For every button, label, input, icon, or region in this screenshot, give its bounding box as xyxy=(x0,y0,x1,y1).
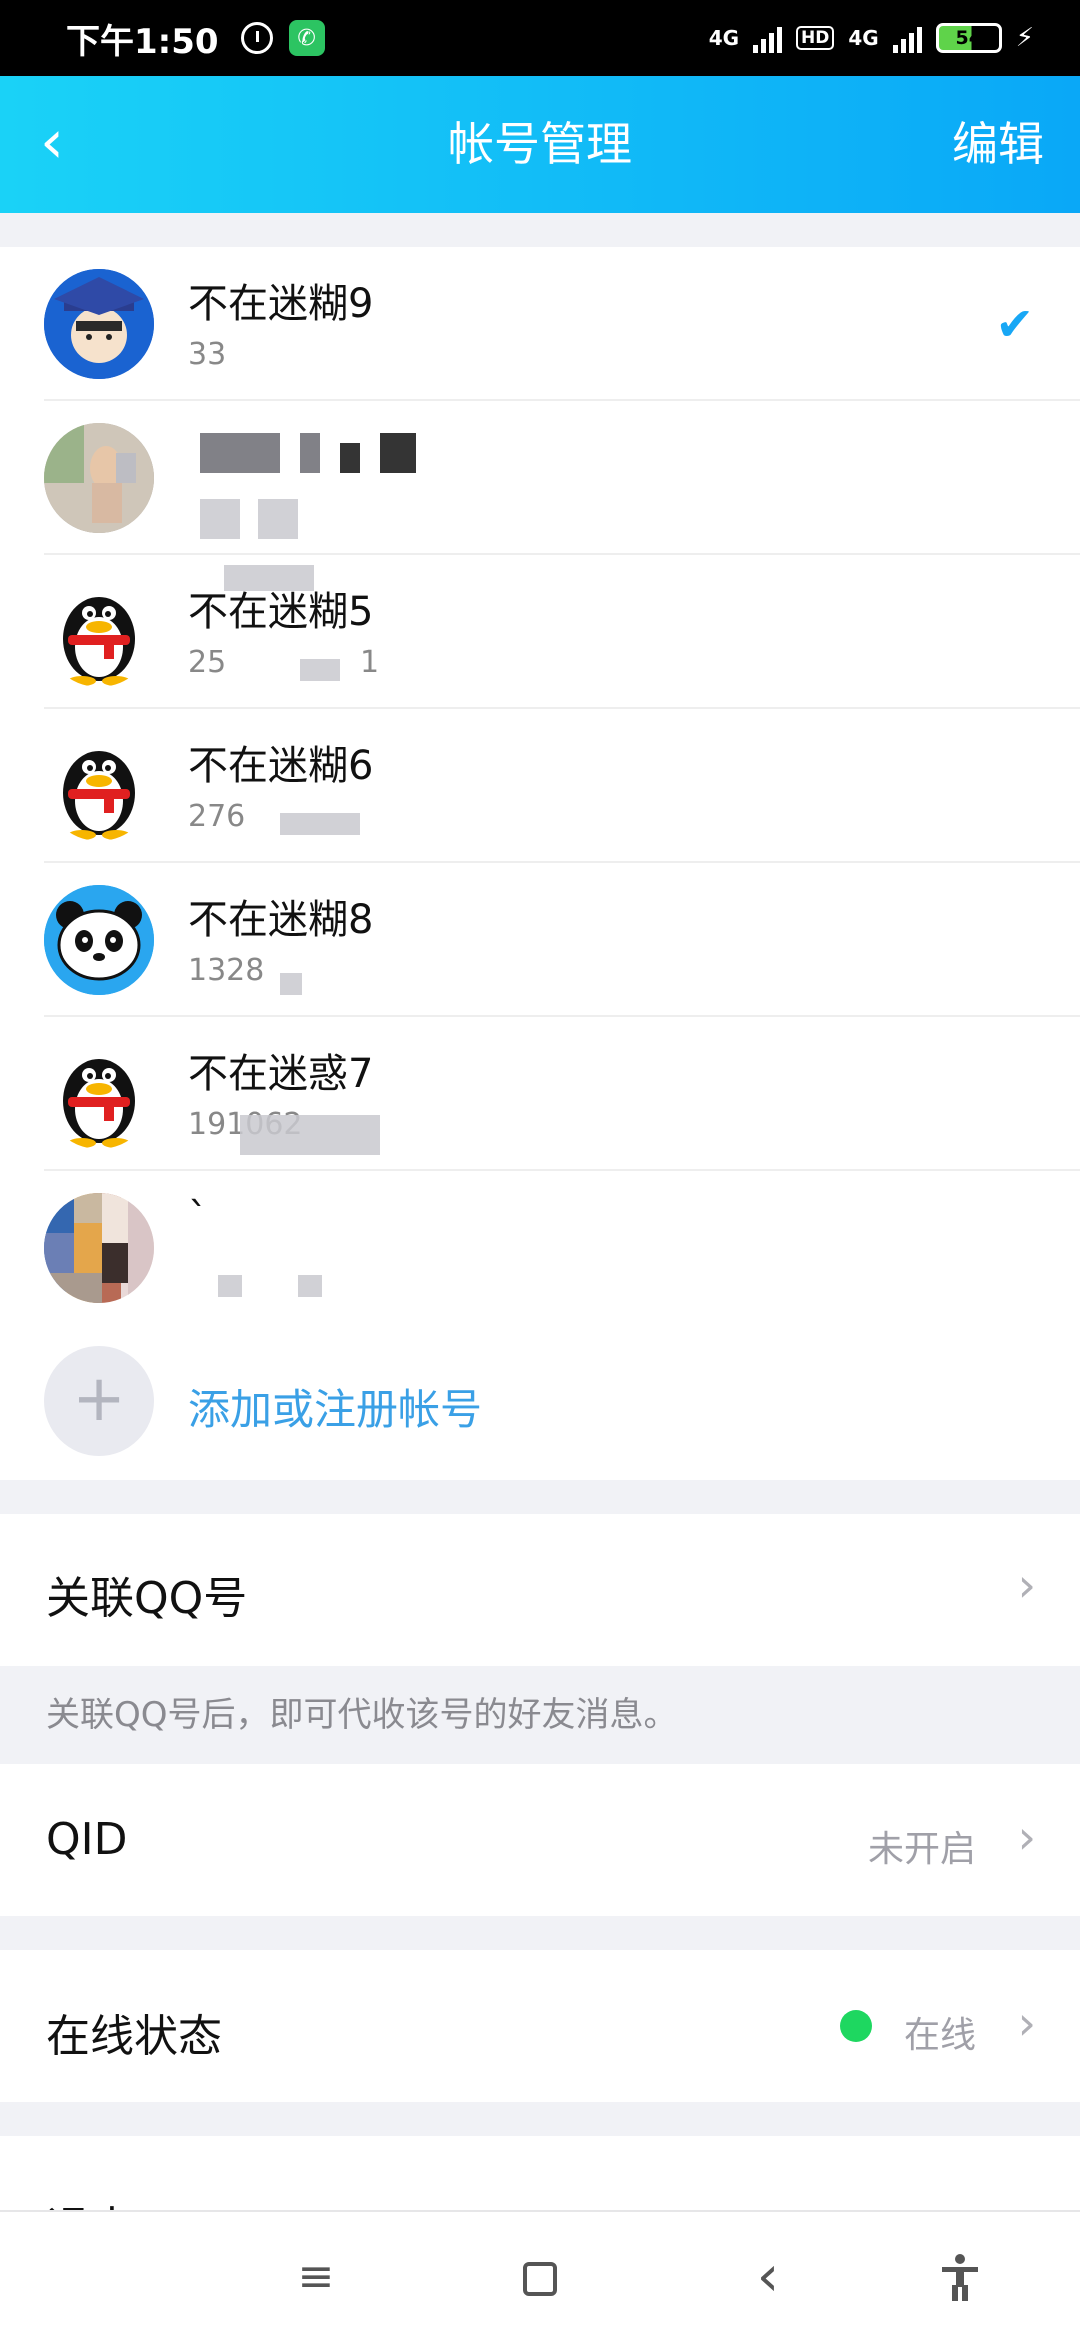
menu-icon[interactable]: ≡ xyxy=(286,2252,346,2302)
hd-badge: HD xyxy=(796,26,835,50)
account-name: 不在迷糊9 xyxy=(188,281,374,327)
accessibility-icon[interactable] xyxy=(930,2252,990,2302)
home-icon[interactable] xyxy=(510,2252,570,2302)
checkmark-icon: ✔ xyxy=(995,297,1034,351)
online-status-label: 在线状态 xyxy=(46,2011,222,2062)
chevron-right-icon: › xyxy=(1017,1810,1036,1864)
qid-label: QID xyxy=(46,1814,128,1865)
plus-icon: + xyxy=(44,1346,154,1456)
avatar xyxy=(44,731,154,841)
section-divider xyxy=(0,2102,1080,2136)
charging-icon: ⚡ xyxy=(1015,23,1034,53)
account-name: ` xyxy=(188,1195,208,1241)
account-id: 33 xyxy=(188,337,227,372)
logout-label: 退出 xyxy=(46,2192,134,2210)
redaction-mosaic xyxy=(298,1275,322,1297)
account-id-suffix: 1 xyxy=(360,645,380,680)
alarm-icon xyxy=(240,22,273,54)
redaction-mosaic xyxy=(280,813,360,835)
chevron-right-icon: › xyxy=(1017,1996,1036,2050)
chevron-right-icon: › xyxy=(1017,1558,1036,1612)
link-qq-hint: 关联QQ号后，即可代收该号的好友消息。 xyxy=(0,1666,1080,1764)
logout-row[interactable]: 退出 xyxy=(0,2136,1080,2210)
redaction-mosaic xyxy=(280,973,302,995)
account-item[interactable]: 不在迷惑7 191062 xyxy=(0,1017,1080,1171)
avatar xyxy=(44,423,154,533)
add-account-row[interactable]: + 添加或注册帐号 xyxy=(0,1326,1080,1480)
app-header: ‹ 帐号管理 编辑 xyxy=(0,76,1080,213)
network-label-2: 4G xyxy=(848,26,879,50)
section-divider xyxy=(0,1916,1080,1950)
page-title: 帐号管理 xyxy=(448,117,632,171)
avatar xyxy=(44,1039,154,1149)
account-name: 不在迷糊5 xyxy=(188,589,374,635)
account-name: 不在迷糊8 xyxy=(188,897,374,943)
redaction-mosaic xyxy=(200,499,240,539)
account-name: 不在迷惑7 xyxy=(188,1051,374,1097)
section-divider xyxy=(0,1480,1080,1514)
network-label-1: 4G xyxy=(708,26,740,50)
account-name: 不在迷糊6 xyxy=(188,743,374,789)
account-item[interactable]: 不在迷糊9 33 ✔ xyxy=(0,247,1080,591)
redaction-mosaic xyxy=(380,433,416,473)
redaction-mosaic xyxy=(300,659,340,681)
redaction-mosaic xyxy=(258,499,298,539)
back-icon[interactable]: ‹ xyxy=(738,2249,798,2305)
qid-value: 未开启 xyxy=(867,1829,976,1870)
avatar xyxy=(44,1193,154,1303)
account-item[interactable]: ` xyxy=(0,1171,1080,1325)
online-dot-icon xyxy=(840,2010,872,2042)
redaction-mosaic xyxy=(300,433,320,473)
link-qq-row[interactable]: 关联QQ号 › xyxy=(0,1514,1080,1666)
section-divider xyxy=(0,213,1080,247)
online-status-row[interactable]: 在线状态 在线 › xyxy=(0,1950,1080,2102)
status-time: 下午1:50 xyxy=(66,21,219,62)
account-id: 1328 xyxy=(188,953,265,988)
qid-row[interactable]: QID 未开启 › xyxy=(0,1764,1080,1916)
online-status-value: 在线 xyxy=(903,2015,976,2056)
edit-button[interactable]: 编辑 xyxy=(952,76,1044,213)
account-id: 276 xyxy=(188,799,246,834)
signal-icon-1 xyxy=(753,23,783,53)
account-item[interactable]: 不在迷糊8 1328 xyxy=(0,863,1080,1017)
redaction-mosaic xyxy=(200,433,280,473)
account-item[interactable]: 不在迷糊5 25 1 xyxy=(0,555,1080,709)
phone-call-icon: ✆ xyxy=(288,20,325,56)
avatar xyxy=(44,885,154,995)
redaction-mosaic xyxy=(218,1275,242,1297)
add-account-label: 添加或注册帐号 xyxy=(188,1385,483,1434)
redaction-mosaic xyxy=(240,1115,380,1155)
avatar xyxy=(44,577,154,687)
link-qq-label: 关联QQ号 xyxy=(46,1573,248,1624)
account-id: 25 xyxy=(188,645,227,680)
battery-level: 54 xyxy=(955,27,982,49)
account-item[interactable]: 不在迷糊6 276 xyxy=(0,709,1080,863)
signal-icon-2 xyxy=(892,23,922,53)
account-item[interactable] xyxy=(0,401,1080,555)
system-nav-bar: ≡ ‹ xyxy=(0,2210,1080,2340)
battery-icon: 54 xyxy=(935,23,1002,53)
status-bar: 下午1:50 ✆ 4G HD 4G 54 ⚡ xyxy=(0,0,1080,76)
avatar xyxy=(44,269,154,379)
redaction-mosaic xyxy=(340,443,360,473)
